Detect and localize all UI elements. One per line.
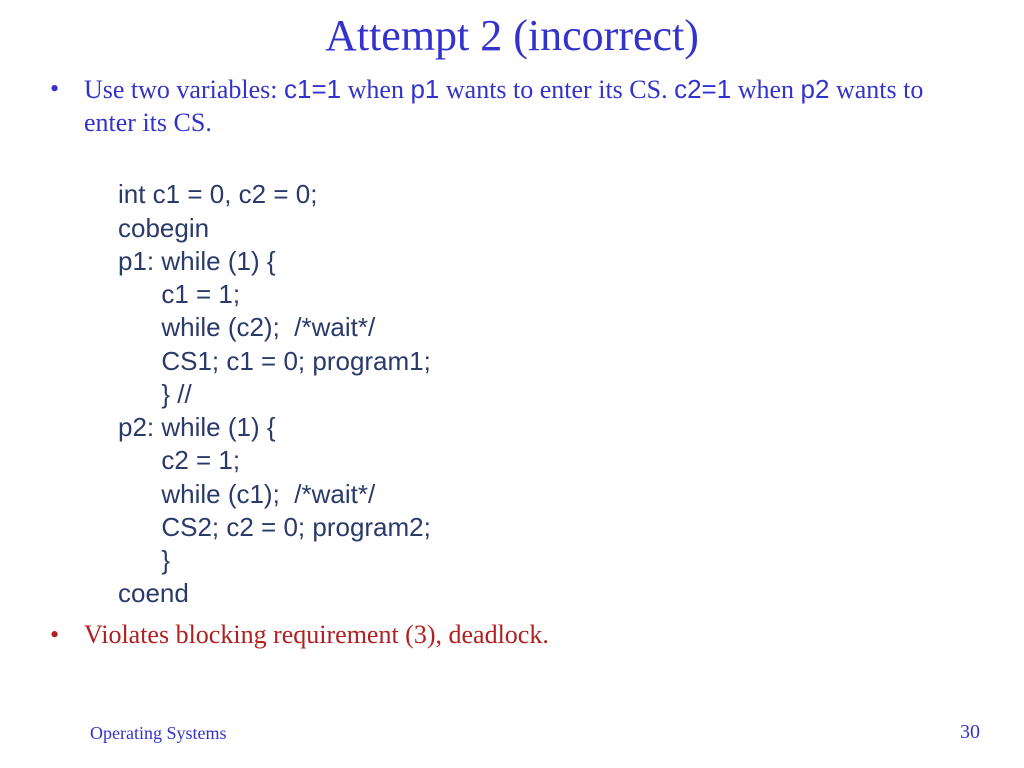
bullet-item-2: • Violates blocking requirement (3), dea… [50,619,974,652]
code-line: coend [118,578,189,608]
text-segment: when [341,75,410,104]
text-segment: wants to enter its CS. [439,75,674,104]
code-line: c1 = 1; [118,279,240,309]
page-number: 30 [960,721,980,744]
bullet-marker: • [50,73,84,106]
bullet-item-1: • Use two variables: c1=1 when p1 wants … [50,73,974,139]
text-segment: when [731,75,800,104]
code-block: int c1 = 0, c2 = 0; cobegin p1: while (1… [118,145,974,611]
text-segment: Use two variables: [84,75,284,104]
slide-title: Attempt 2 (incorrect) [0,0,1024,61]
footer-label: Operating Systems [90,723,227,744]
code-line: CS2; c2 = 0; program2; [118,512,431,542]
code-line: p2: while (1) { [118,412,276,442]
code-line: int c1 = 0, c2 = 0; [118,179,317,209]
bullet-marker: • [50,619,84,652]
code-line: cobegin [118,213,209,243]
code-line: while (c1); /*wait*/ [118,479,375,509]
code-line: CS1; c1 = 0; program1; [118,346,431,376]
code-line: c2 = 1; [118,445,240,475]
code-inline: c1=1 [284,74,341,104]
code-line: } [118,545,170,575]
code-line: while (c2); /*wait*/ [118,312,375,342]
code-inline: p2 [801,74,830,104]
code-line: p1: while (1) { [118,246,276,276]
bullet-text-2: Violates blocking requirement (3), deadl… [84,619,549,652]
slide-content: • Use two variables: c1=1 when p1 wants … [0,61,1024,651]
code-inline: p1 [410,74,439,104]
code-line: } // [118,379,192,409]
code-inline: c2=1 [674,74,731,104]
bullet-text-1: Use two variables: c1=1 when p1 wants to… [84,73,974,139]
